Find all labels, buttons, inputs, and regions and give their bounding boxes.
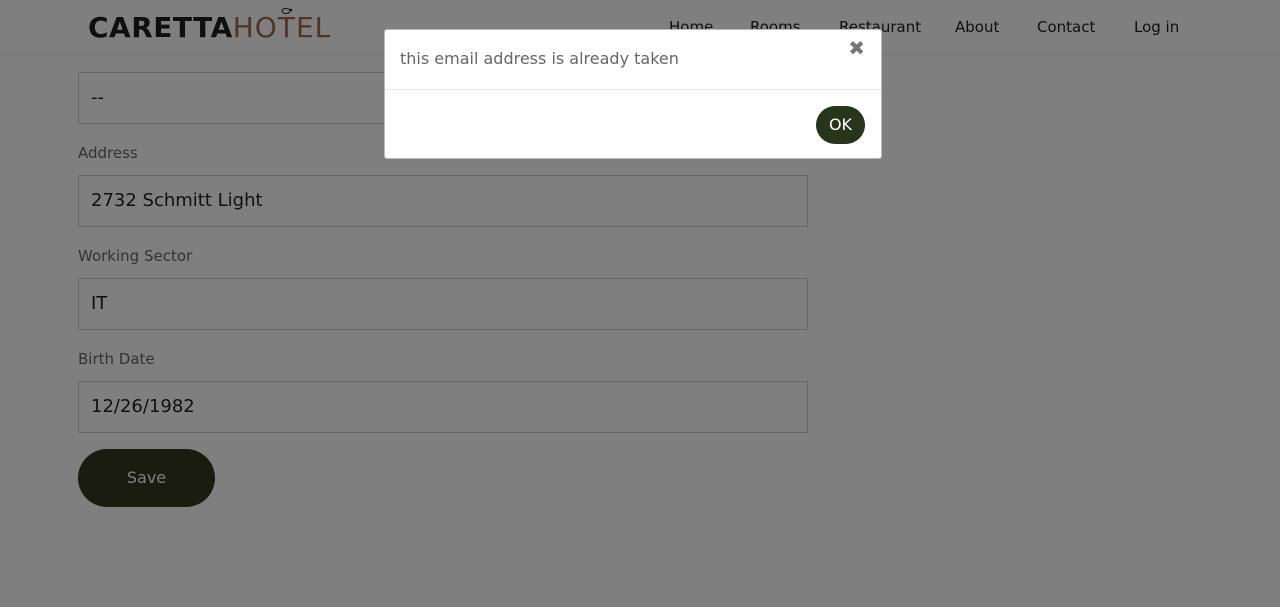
alert-message: this email address is already taken <box>400 49 679 68</box>
alert-dialog: this email address is already taken ✖ OK <box>384 29 882 159</box>
close-icon[interactable]: ✖ <box>848 38 865 58</box>
dialog-divider <box>385 89 881 90</box>
ok-button[interactable]: OK <box>816 106 865 144</box>
